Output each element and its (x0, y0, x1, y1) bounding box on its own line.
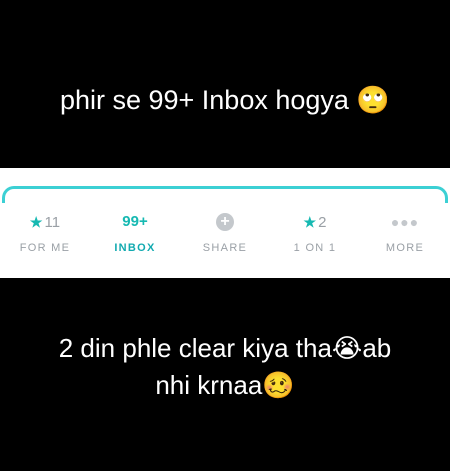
tab-share[interactable]: + SHARE (190, 212, 260, 254)
tab-one-on-one-label: 1 ON 1 (293, 242, 337, 254)
tab-inbox-label: INBOX (114, 242, 156, 254)
tab-for-me[interactable]: ★ 11 FOR ME (10, 212, 80, 254)
tab-more[interactable]: ●●● MORE (370, 212, 440, 254)
star-icon: ★ (303, 214, 317, 230)
more-dots-icon: ●●● (390, 214, 420, 230)
eye-roll-emoji-icon: 🙄 (356, 85, 391, 116)
tab-one-on-one-count: 2 (318, 214, 327, 231)
tab-one-on-one[interactable]: ★ 2 1 ON 1 (280, 212, 350, 254)
bottom-caption-line2: nhi krnaa (155, 370, 263, 400)
tab-bar-screenshot: ★ 11 FOR ME 99+ INBOX + SHARE ★ 2 1 ON 1 ●… (0, 168, 450, 278)
tab-inbox-count: 99+ (122, 213, 148, 230)
star-icon: ★ (29, 214, 43, 230)
bottom-caption-line1-end: ab (362, 333, 392, 363)
tab-share-label: SHARE (202, 242, 248, 254)
plus-circle-icon: + (216, 213, 234, 232)
tab-for-me-label: FOR ME (19, 242, 71, 254)
bottom-caption-line1: 2 din phle clear kiya tha (58, 333, 332, 363)
top-caption-text: phir se 99+ Inbox hogya (59, 85, 349, 115)
panel-top-border (2, 186, 448, 203)
tab-for-me-count: 11 (44, 214, 61, 231)
tab-inbox[interactable]: 99+ INBOX (100, 212, 170, 254)
woozy-emoji-icon: 🥴 (262, 371, 295, 401)
crying-emoji-icon: 😭 (331, 334, 363, 364)
bottom-caption: 2 din phle clear kiya tha😭ab nhi krnaa🥴 (0, 330, 450, 404)
top-caption: phir se 99+ Inbox hogya 🙄 (0, 80, 450, 121)
tab-more-label: MORE (385, 242, 425, 254)
